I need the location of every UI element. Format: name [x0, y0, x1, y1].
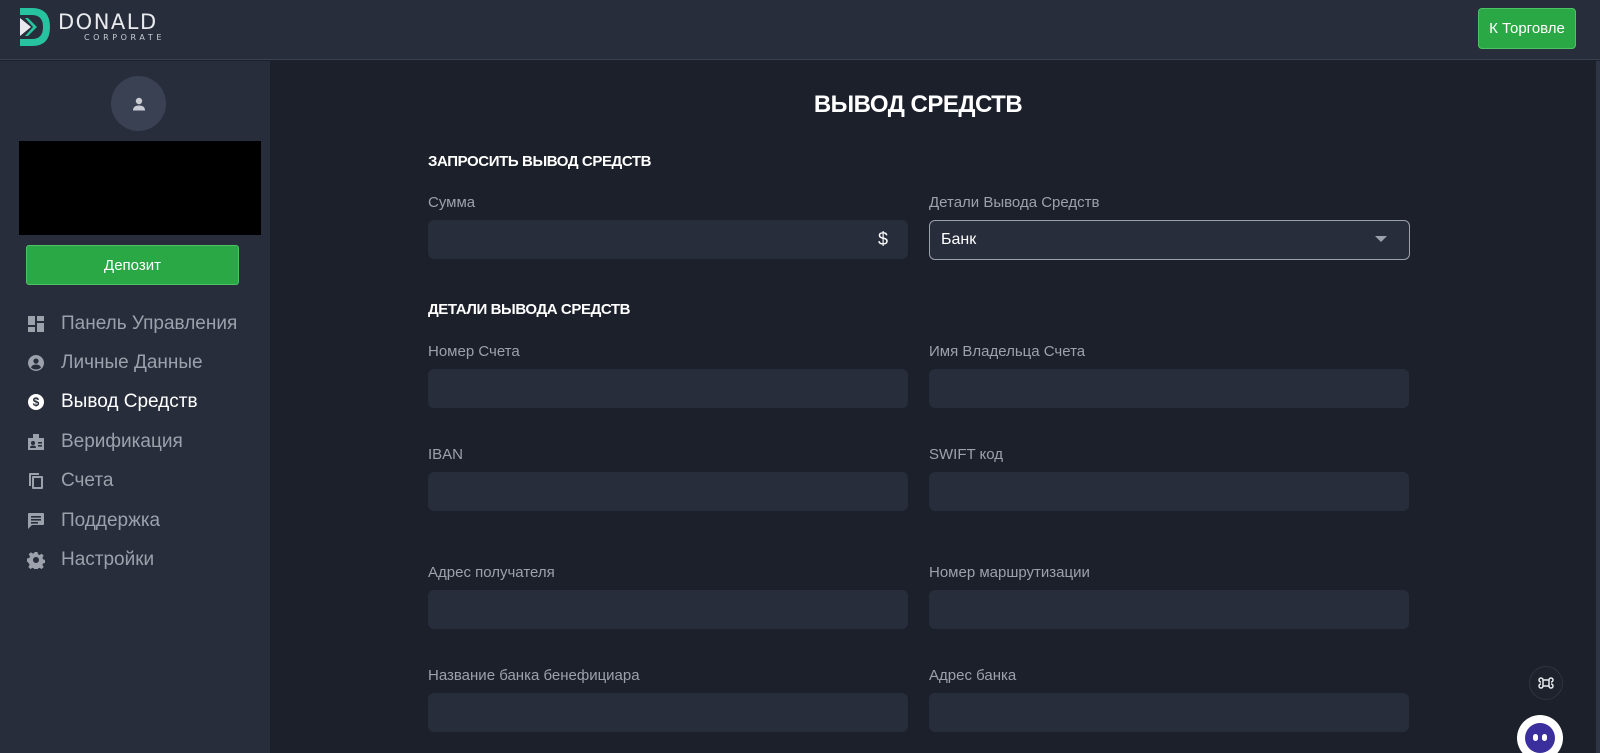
chevron-down-icon [1375, 236, 1387, 242]
sidebar-item-settings[interactable]: Настройки [0, 540, 270, 579]
svg-text:$: $ [33, 396, 40, 410]
sidebar-item-label: Личные Данные [61, 352, 203, 374]
sidebar-item-verification[interactable]: Верификация [0, 422, 270, 461]
user-icon [132, 97, 145, 110]
amount-field[interactable]: $ [428, 220, 908, 259]
scrollbar[interactable] [1596, 61, 1600, 753]
routing-number-field[interactable] [929, 590, 1409, 629]
sidebar-item-label: Поддержка [61, 509, 161, 531]
dashboard-icon [27, 315, 45, 333]
sidebar-item-withdrawal[interactable]: $ Вывод Средств [0, 383, 270, 422]
iban-input[interactable] [428, 472, 908, 511]
gear-icon [27, 551, 45, 570]
withdrawal-method-value: Банк [941, 231, 977, 248]
copy-icon [27, 472, 45, 490]
avatar[interactable] [111, 76, 166, 131]
withdrawal-method-select[interactable]: Банк [929, 220, 1410, 260]
sidebar-item-label: Панель Управления [61, 312, 238, 334]
logo-mark-icon [20, 8, 50, 46]
account-number-input[interactable] [428, 369, 908, 408]
account-circle-icon [27, 354, 45, 372]
chat-icon [27, 512, 45, 530]
sidebar-item-label: Настройки [61, 549, 155, 571]
bank-address-input[interactable] [929, 693, 1409, 732]
to-trading-button[interactable]: К Торговле [1478, 8, 1576, 49]
account-number-field[interactable] [428, 369, 908, 408]
iban-field[interactable] [428, 472, 908, 511]
routing-number-input[interactable] [929, 590, 1409, 629]
command-icon [1538, 677, 1554, 689]
brand-subtitle: CORPORATE [84, 33, 165, 42]
swift-field[interactable] [929, 472, 1409, 511]
iban-label: IBAN [428, 446, 464, 463]
main-content: ВЫВОД СРЕДСТВ ЗАПРОСИТЬ ВЫВОД СРЕДСТВ Су… [270, 61, 1600, 753]
routing-number-label: Номер маршрутизации [929, 564, 1090, 581]
profile-info-redacted [19, 141, 261, 235]
page-title: ВЫВОД СРЕДСТВ [813, 91, 1023, 118]
account-holder-input[interactable] [929, 369, 1409, 408]
badge-icon [27, 433, 45, 451]
request-section-title: ЗАПРОСИТЬ ВЫВОД СРЕДСТВ [428, 153, 652, 170]
deposit-button[interactable]: Депозит [26, 245, 239, 285]
currency-suffix: $ [877, 229, 888, 249]
withdrawal-method-label: Детали Вывода Средств [929, 194, 1100, 211]
command-button[interactable] [1529, 666, 1563, 700]
sidebar-item-dashboard[interactable]: Панель Управления [0, 304, 270, 343]
recipient-address-input[interactable] [428, 590, 908, 629]
sidebar-item-label: Вывод Средств [61, 391, 198, 413]
beneficiary-bank-field[interactable] [428, 693, 908, 732]
chatbot-icon [1525, 723, 1555, 753]
sidebar-item-label: Счета [61, 470, 114, 492]
amount-input[interactable] [428, 220, 908, 259]
beneficiary-bank-label: Название банка бенефициара [428, 667, 640, 684]
recipient-address-field[interactable] [428, 590, 908, 629]
brand-logo[interactable]: DONALD CORPORATE [18, 6, 165, 48]
sidebar-item-support[interactable]: Поддержка [0, 501, 270, 540]
amount-label: Сумма [428, 194, 476, 211]
bank-address-field[interactable] [929, 693, 1409, 732]
sidebar-item-personal-data[interactable]: Личные Данные [0, 343, 270, 382]
account-holder-label: Имя Владельца Счета [929, 343, 1086, 360]
bank-address-label: Адрес банка [929, 667, 1017, 684]
sidebar-item-accounts[interactable]: Счета [0, 462, 270, 501]
brand-name: DONALD [58, 10, 158, 34]
recipient-address-label: Адрес получателя [428, 564, 555, 581]
account-holder-field[interactable] [929, 369, 1409, 408]
chatbot-button[interactable] [1517, 715, 1563, 753]
dollar-circle-icon: $ [27, 393, 45, 411]
sidebar-item-label: Верификация [61, 430, 183, 452]
swift-input[interactable] [929, 472, 1409, 511]
swift-label: SWIFT код [929, 446, 1004, 463]
sidebar: Депозит Панель Управления Личные Данные … [0, 61, 270, 753]
details-section-title: ДЕТАЛИ ВЫВОДА СРЕДСТВ [428, 301, 631, 318]
sidebar-menu: Панель Управления Личные Данные $ Вывод … [0, 304, 270, 580]
top-bar: DONALD CORPORATE К Торговле [0, 0, 1600, 60]
account-number-label: Номер Счета [428, 343, 520, 360]
beneficiary-bank-input[interactable] [428, 693, 908, 732]
